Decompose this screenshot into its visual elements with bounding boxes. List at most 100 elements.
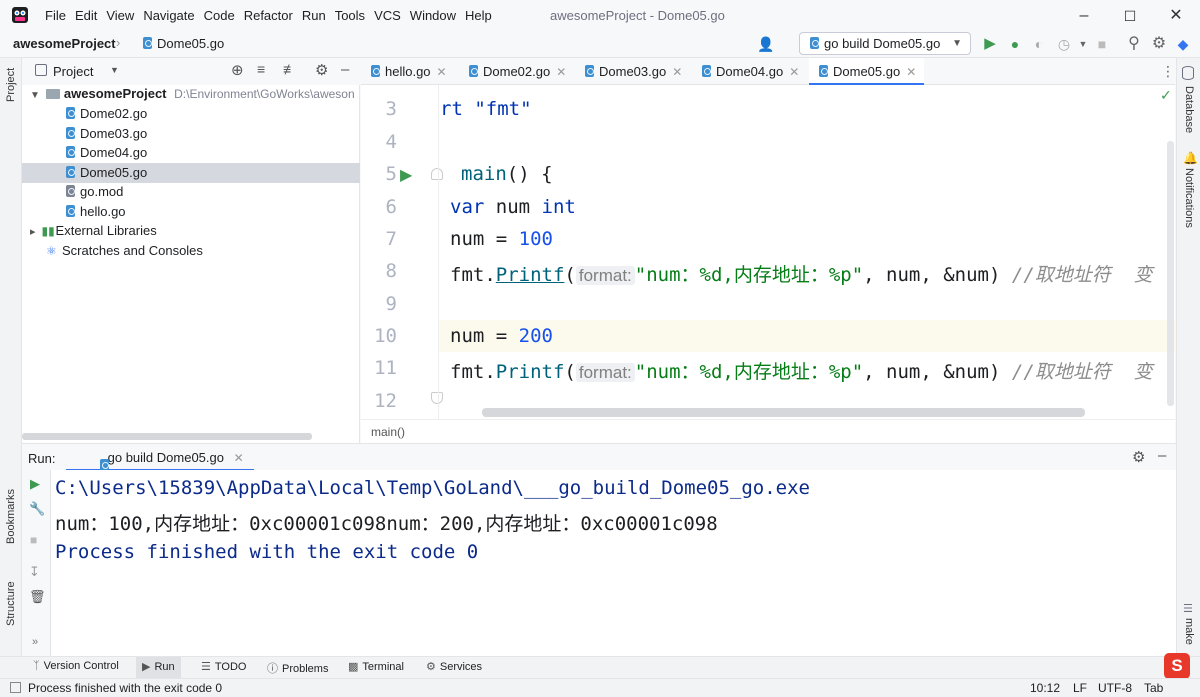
run-icon[interactable]: ▶ — [981, 35, 999, 53]
profile-icon[interactable]: ◷ — [1055, 35, 1073, 53]
tab-hello-go[interactable]: hello.go ✕ — [361, 58, 447, 85]
chevron-down-icon[interactable]: ▼ — [110, 65, 119, 75]
tree-root[interactable]: ▼ awesomeProject D:\Environment\GoWorks\a… — [22, 84, 360, 104]
menu-file[interactable]: File — [45, 8, 66, 23]
gear-icon[interactable]: ⚙ — [1150, 35, 1168, 53]
scroll-to-end-icon[interactable]: ↧ — [29, 564, 40, 580]
database-tool-label[interactable]: Database — [1183, 86, 1195, 133]
debug-icon[interactable]: ● — [1006, 35, 1024, 53]
close-tab-icon[interactable]: ✕ — [556, 65, 566, 79]
tab-dome02-go[interactable]: Dome02.go ✕ — [459, 58, 566, 85]
menu-view[interactable]: View — [106, 8, 134, 23]
run-configuration-select[interactable]: go build Dome05.go ▼ — [799, 32, 971, 55]
search-icon[interactable]: ⚲ — [1125, 35, 1143, 53]
coverage-icon[interactable]: ◐ — [1030, 35, 1048, 53]
structure-tool-label[interactable]: Structure — [5, 581, 17, 626]
close-tab-icon[interactable]: ✕ — [234, 451, 244, 465]
tab-dome03-go[interactable]: Dome03.go ✕ — [575, 58, 682, 85]
menu-code[interactable]: Code — [204, 8, 235, 23]
tree-item[interactable]: go.mod — [22, 182, 360, 202]
editor-breadcrumb[interactable]: main() — [371, 425, 405, 439]
wrench-icon[interactable]: 🔧 — [29, 501, 45, 517]
more-run-chevron-icon[interactable]: ▼ — [1074, 35, 1092, 53]
horizontal-scrollbar[interactable] — [482, 408, 1085, 417]
locate-icon[interactable]: ⊕ — [231, 61, 244, 79]
tree-item-selected[interactable]: Dome05.go — [22, 163, 360, 183]
breadcrumb-project[interactable]: awesomeProject — [13, 36, 116, 51]
tab-dome04-go[interactable]: Dome04.go ✕ — [692, 58, 799, 85]
gear-icon[interactable]: ⚙ — [315, 61, 328, 79]
more-icon[interactable]: » — [32, 636, 38, 648]
checkmark-icon[interactable]: ✓ — [1160, 87, 1172, 104]
hide-panel-icon[interactable]: – — [1158, 447, 1166, 464]
jetbrains-ai-icon[interactable]: ◆ — [1174, 35, 1192, 53]
go-file-icon — [585, 65, 594, 77]
trash-icon[interactable]: 🗑 — [29, 589, 46, 605]
more-tabs-icon[interactable]: ⋮ — [1161, 63, 1175, 80]
project-tool-label[interactable]: Project — [5, 68, 17, 102]
close-tab-icon[interactable]: ✕ — [789, 65, 799, 79]
menu-help[interactable]: Help — [465, 8, 492, 23]
status-message[interactable]: Process finished with the exit code 0 — [28, 681, 222, 695]
run-tool[interactable]: ▶ Run — [136, 657, 181, 678]
code-token[interactable]: Printf — [496, 264, 565, 286]
version-control-tool[interactable]: ᛉ Version Control — [33, 660, 119, 672]
collapse-all-icon[interactable]: ≢ — [283, 61, 297, 77]
stop-icon[interactable]: ■ — [30, 533, 37, 547]
hide-panel-icon[interactable]: – — [341, 61, 349, 78]
expand-all-icon[interactable]: ≡ — [257, 61, 265, 77]
gear-icon[interactable]: ⚙ — [1132, 448, 1145, 466]
chevron-down-icon[interactable]: ▼ — [30, 90, 40, 101]
line-separator[interactable]: LF — [1073, 681, 1087, 695]
tab-dome05-go[interactable]: Dome05.go ✕ — [809, 58, 925, 85]
indent-setting[interactable]: Tab — [1144, 681, 1163, 695]
caret-position[interactable]: 10:12 — [1030, 681, 1060, 695]
tree-item[interactable]: hello.go — [22, 202, 360, 222]
run-tab[interactable]: go build Dome05.go ✕ — [66, 444, 254, 471]
menu-window[interactable]: Window — [410, 8, 456, 23]
tree-scratches[interactable]: ⚛ Scratches and Consoles — [22, 241, 360, 261]
fold-icon[interactable] — [431, 168, 443, 180]
fold-icon[interactable] — [431, 392, 443, 404]
make-tool-label[interactable]: make — [1183, 618, 1195, 645]
menu-vcs[interactable]: VCS — [374, 8, 401, 23]
console-line: Process finished with the exit code 0 — [55, 541, 479, 563]
tree-item[interactable]: Dome03.go — [22, 124, 360, 144]
maximize-icon[interactable]: ☐ — [1120, 6, 1140, 26]
services-tool[interactable]: ⚙ Services — [426, 660, 482, 673]
close-icon[interactable]: ✕ — [1166, 6, 1186, 26]
terminal-tool[interactable]: ▩ Terminal — [348, 660, 404, 673]
file-encoding[interactable]: UTF-8 — [1098, 681, 1132, 695]
menu-tools[interactable]: Tools — [335, 8, 365, 23]
tree-item[interactable]: Dome04.go — [22, 143, 360, 163]
vertical-scrollbar[interactable] — [1167, 141, 1174, 406]
status-panel-icon[interactable] — [10, 682, 21, 693]
breadcrumb-file[interactable]: Dome05.go — [143, 36, 224, 51]
tree-item-label: External Libraries — [55, 223, 157, 238]
minimize-icon[interactable]: – — [1074, 6, 1094, 26]
stop-icon[interactable]: ■ — [1093, 35, 1111, 53]
sogou-ime-icon[interactable]: S — [1164, 653, 1190, 679]
menu-navigate[interactable]: Navigate — [143, 8, 194, 23]
project-panel-title[interactable]: Project — [53, 64, 93, 79]
close-tab-icon[interactable]: ✕ — [437, 65, 447, 79]
horizontal-scrollbar[interactable] — [22, 433, 312, 440]
todo-tool[interactable]: ☰ TODO — [201, 660, 246, 673]
menu-run[interactable]: Run — [302, 8, 326, 23]
problems-tool[interactable]: ⓘ Problems — [267, 660, 328, 676]
menu-edit[interactable]: Edit — [75, 8, 97, 23]
run-gutter-icon[interactable]: ▶ — [400, 165, 412, 185]
close-tab-icon[interactable]: ✕ — [672, 65, 682, 79]
menu-refactor[interactable]: Refactor — [244, 8, 293, 23]
chevron-right-icon[interactable]: ▸ — [30, 226, 36, 238]
code-editor[interactable]: 3 4 5 6 7 8 9 10 11 12 ▶ rt "fmt" main()… — [361, 85, 1175, 419]
user-icon[interactable]: 👤 — [757, 35, 775, 53]
notifications-tool-label[interactable]: Notifications — [1183, 168, 1195, 228]
tree-item[interactable]: Dome02.go — [22, 104, 360, 124]
close-tab-icon[interactable]: ✕ — [906, 65, 916, 79]
bookmarks-tool-label[interactable]: Bookmarks — [5, 489, 17, 544]
go-file-icon — [66, 127, 75, 139]
rerun-icon[interactable]: ▶ — [30, 476, 40, 492]
tree-external-libraries[interactable]: ▸ ▮▮External Libraries — [22, 221, 360, 241]
run-console[interactable]: C:\Users\15839\AppData\Local\Temp\GoLand… — [51, 470, 1176, 656]
